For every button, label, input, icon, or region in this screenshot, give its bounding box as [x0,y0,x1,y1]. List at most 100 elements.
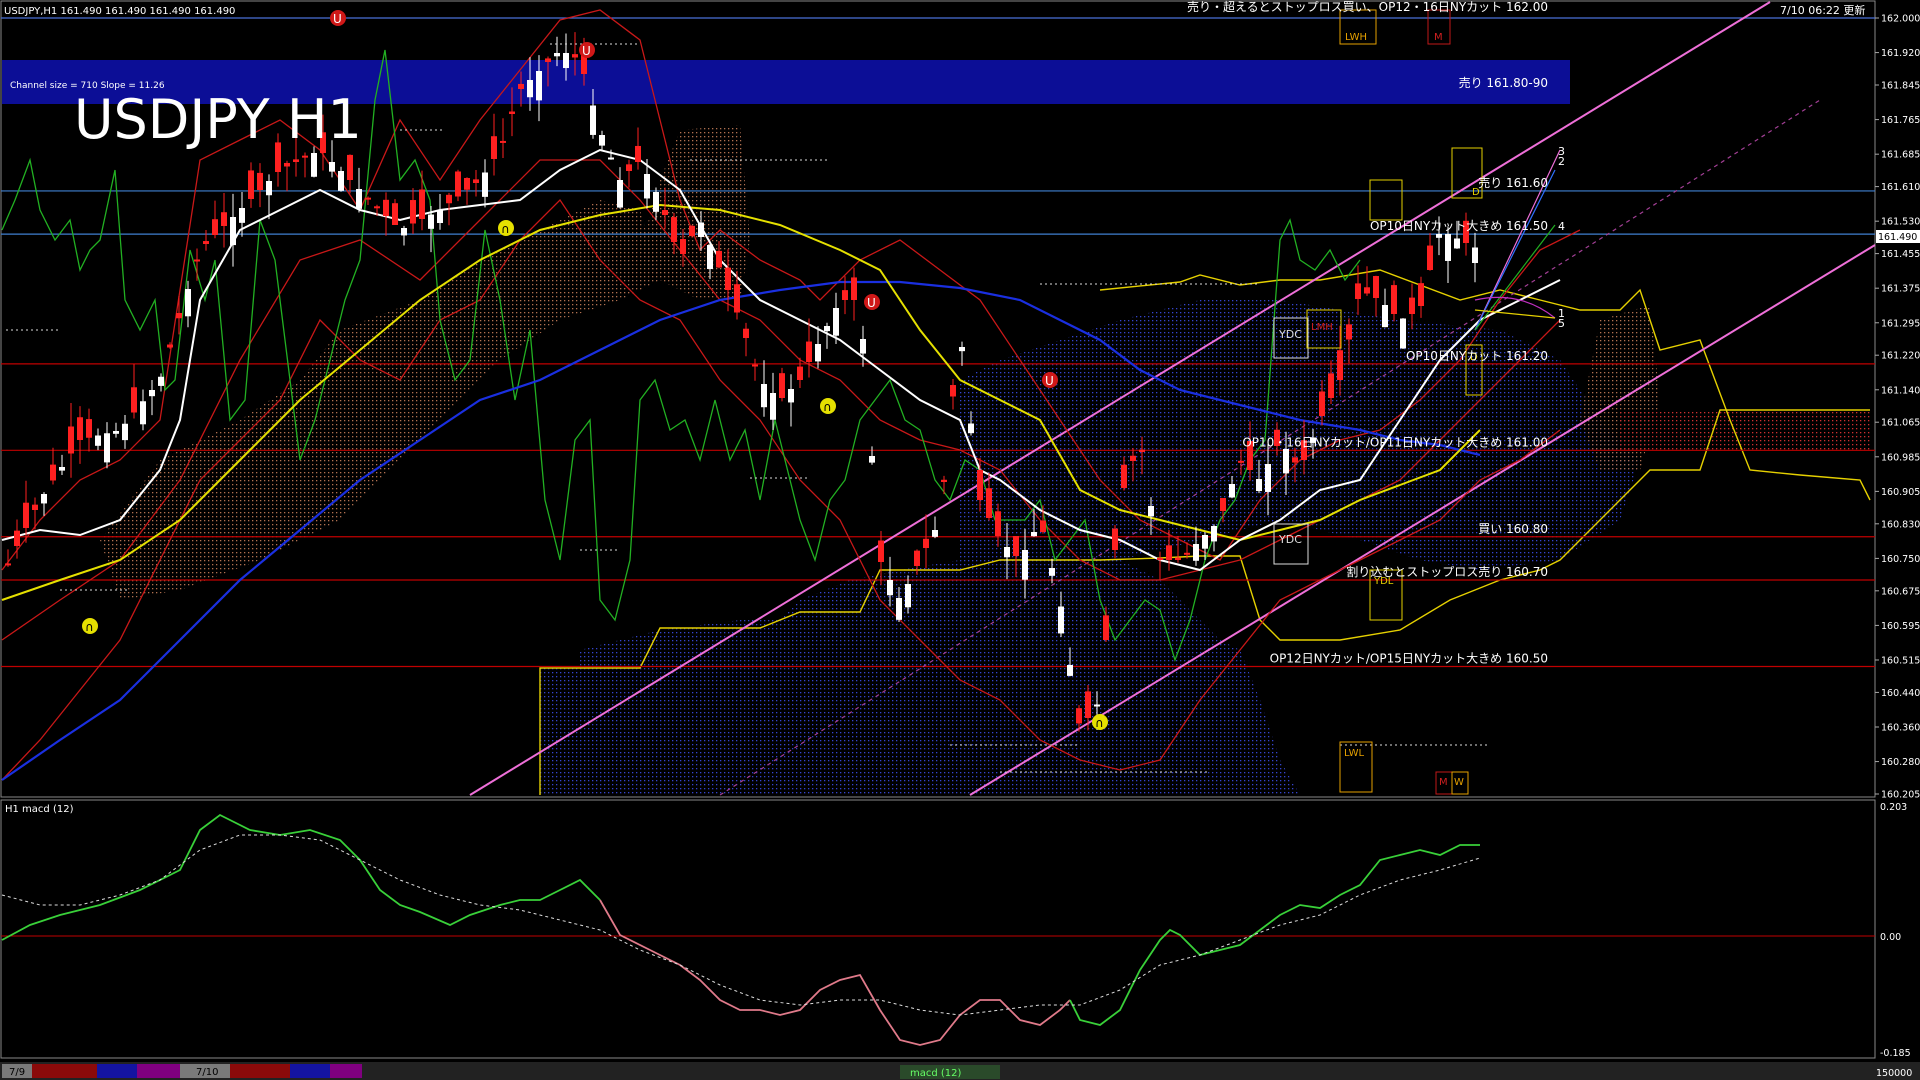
candle-body [626,164,632,171]
candle-body [68,426,74,454]
candle-body [941,479,947,482]
candle-body [131,387,137,413]
candle-body [1400,318,1406,349]
svg-text:∩: ∩ [85,620,94,634]
svg-text:U: U [582,44,591,58]
candle-body [761,384,767,408]
candle-body [293,159,299,162]
candle-body [833,308,839,336]
channel-label-2: 2 [1558,155,1565,168]
candle-body [329,162,335,172]
candle-body [995,511,1001,536]
candle-body [770,393,776,420]
candle-body [707,245,713,270]
candle-body [905,584,911,608]
m-label-upper: M [1434,32,1443,43]
buy-signal-icon: ∩ [82,618,98,634]
macd-tab-label: macd (12) [910,1068,962,1079]
symbol-info: USDJPY,H1 161.490 161.490 161.490 161.49… [4,6,235,17]
candle-body [1292,457,1298,463]
candle-body [950,385,956,397]
candle-body [1148,506,1154,517]
candle-body [1139,449,1145,452]
price-tick-label: 160.675 [1881,586,1920,597]
candle-body [986,488,992,518]
candle-body [437,210,443,224]
price-tick-label: 161.610 [1881,182,1920,193]
candle-body [860,339,866,354]
level-label: OP10・16日NYカット/OP11日NYカット大きめ 161.00 [1242,435,1548,449]
candle-body [797,366,803,380]
candle-body [1202,535,1208,549]
candle-body [815,344,821,362]
channel-label-5: 5 [1558,317,1565,330]
chart-title: USDJPY H1 [74,88,362,151]
price-tick-label: 161.220 [1881,351,1920,362]
price-tick-label: 161.920 [1881,48,1920,59]
channel-label-4: 4 [1558,220,1565,233]
candle-body [1004,547,1010,558]
level-label: 売り 161.80-90 [1459,75,1548,90]
candle-body [1256,479,1262,492]
candle-body [1058,606,1064,634]
candle-body [392,203,398,225]
candle-body [752,364,758,367]
candle-body [698,222,704,237]
date-label-7-10: 7/10 [196,1067,218,1078]
candle-body [122,423,128,441]
level-label: 買い 160.80 [1478,522,1548,536]
candle-body [959,347,965,352]
candle-body [644,174,650,199]
level-label: 売り 161.60 [1478,175,1548,190]
candle-body [743,328,749,338]
candle-body [1067,665,1073,676]
candle-body [869,456,875,463]
macd-zero: 0.00 [1880,932,1901,943]
buy-signal-icon: ∩ [820,398,836,414]
svg-text:∩: ∩ [823,400,832,414]
price-tick-label: 160.515 [1881,655,1920,666]
candle-body [1472,247,1478,264]
candle-body [104,433,110,463]
candle-body [734,284,740,313]
sell-signal-icon: U [330,10,346,26]
macd-title: H1 macd (12) [5,804,74,815]
current-price-label: 161.490 [1878,232,1917,243]
candle-body [41,494,47,504]
candle-body [1211,526,1217,542]
candle-body [1175,557,1181,560]
candle-body [1238,460,1244,463]
candle-body [1418,283,1424,306]
candle-body [1040,520,1046,532]
candle-body [1283,449,1289,474]
candle-body [347,154,353,180]
chart-window[interactable]: YDC YDC LMH LWH M YDL LWL M W D D U U U … [0,0,1920,1080]
candle-body [1085,691,1091,718]
candle-body [824,326,830,332]
candle-body [932,530,938,537]
candle-body [572,54,578,58]
candle-body [806,341,812,362]
candle-body [563,53,569,69]
candle-body [1445,234,1451,261]
candle-body [1049,568,1055,576]
candle-body [545,58,551,62]
candle-body [716,250,722,268]
candle-body [1373,276,1379,298]
candle-body [554,53,560,57]
level-label: 売り・超えるとストップロス買い、OP12・16日NYカット 162.00 [1187,0,1548,14]
candle-body [23,502,29,528]
candle-body [266,181,272,196]
candle-body [311,153,317,177]
candle-body [680,239,686,254]
candle-body [383,199,389,216]
candle-body [365,197,371,200]
candle-body [662,210,668,215]
candle-body [1022,550,1028,580]
candle-body [248,170,254,199]
date-bar: 7/9 7/10 macd (12) 150000 [0,1062,1920,1080]
candle-body [536,71,542,101]
buy-signal-icon: ∩ [1092,714,1108,730]
price-tick-label: 160.280 [1881,757,1920,768]
candle-body [1454,238,1460,249]
